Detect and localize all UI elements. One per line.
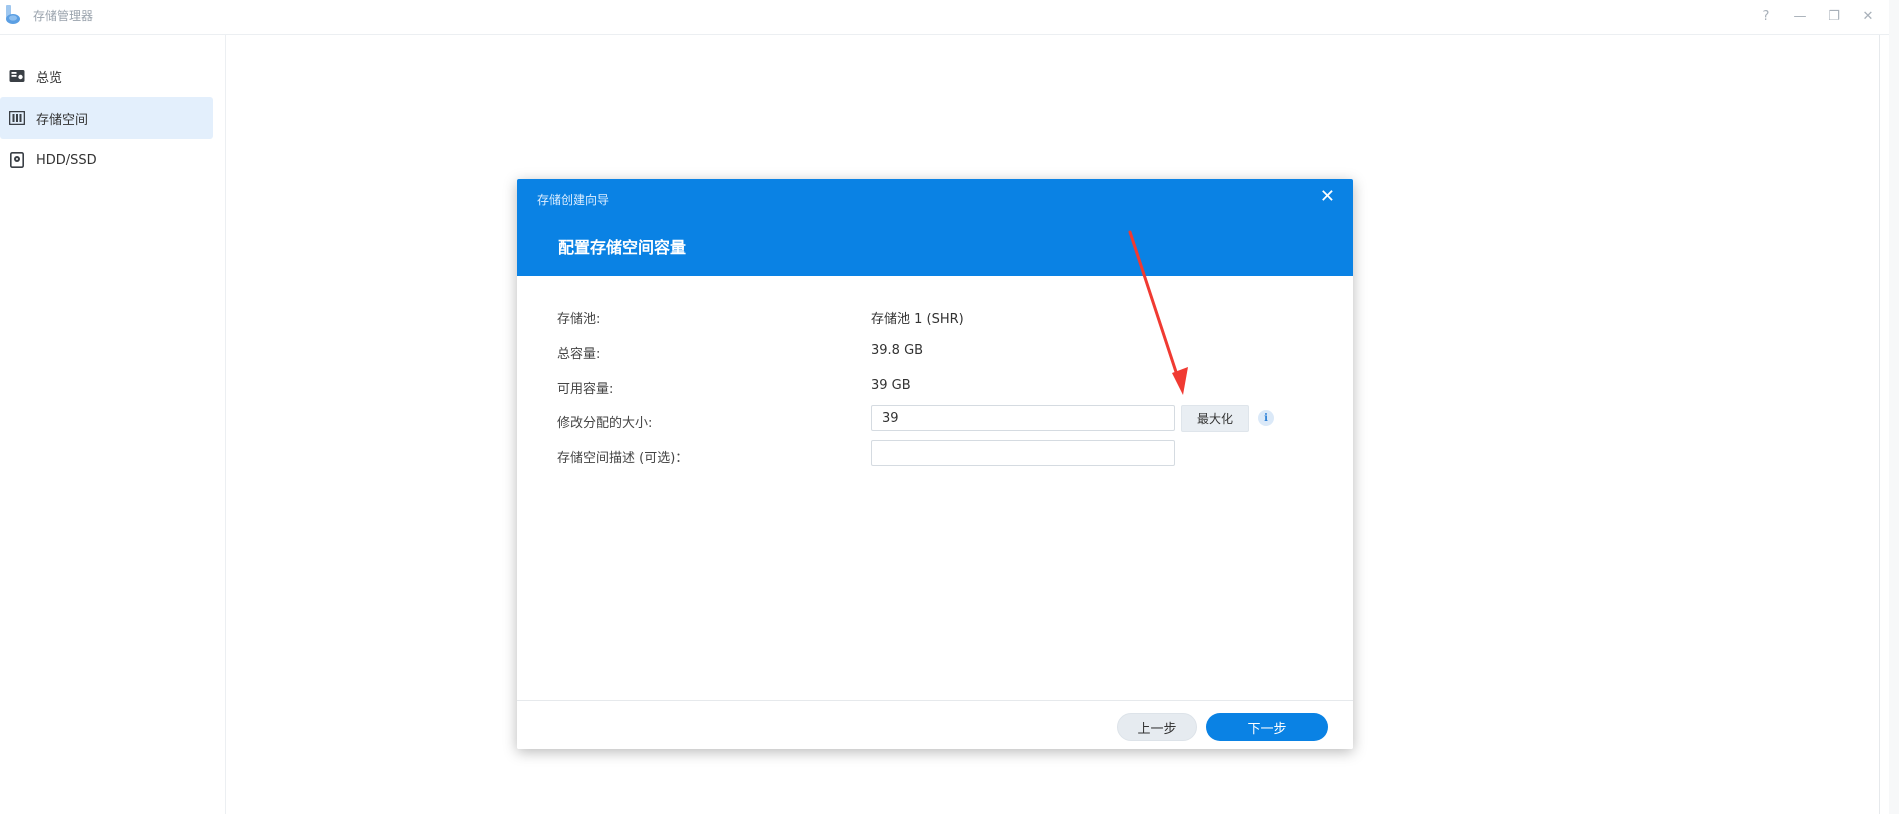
dialog-header: 存储创建向导 ✕ 配置存储空间容量 <box>517 179 1353 276</box>
window-scrollbar-track[interactable] <box>1889 0 1899 814</box>
dialog-footer: 上一步 下一步 <box>517 700 1353 749</box>
sidebar-item-label: 总览 <box>36 70 63 86</box>
content-right-border <box>1879 35 1880 814</box>
total-capacity-row: 总容量: 39.8 GB <box>557 336 1337 366</box>
sidebar: 总览 存储空间 HDD/SSD <box>0 35 226 814</box>
sidebar-item-overview[interactable]: 总览 <box>0 55 213 97</box>
allocated-size-label: 修改分配的大小: <box>557 416 653 431</box>
maximize-button[interactable]: 最大化 <box>1181 405 1249 432</box>
storage-creation-wizard-dialog: 存储创建向导 ✕ 配置存储空间容量 存储池: 存储池 1 (SHR) 总容量: … <box>517 179 1353 749</box>
window-controls: ? — ❐ ✕ <box>1756 6 1878 26</box>
overview-icon <box>8 67 26 85</box>
window-title: 存储管理器 <box>33 9 94 23</box>
dialog-close-icon[interactable]: ✕ <box>1320 188 1335 206</box>
sidebar-item-label: 存储空间 <box>36 112 89 128</box>
help-icon[interactable]: ? <box>1756 6 1776 26</box>
description-label: 存储空间描述 (可选)： <box>557 451 689 466</box>
total-capacity-value: 39.8 GB <box>871 343 924 358</box>
available-capacity-value: 39 GB <box>871 378 911 393</box>
sidebar-item-storage[interactable]: 存储空间 <box>0 97 213 139</box>
pool-row: 存储池: 存储池 1 (SHR) <box>557 301 1337 331</box>
close-icon[interactable]: ✕ <box>1858 6 1878 26</box>
storage-volume-icon <box>8 109 26 127</box>
available-capacity-label: 可用容量: <box>557 382 614 397</box>
storage-manager-app-icon <box>2 3 22 25</box>
allocated-size-input[interactable] <box>871 405 1175 431</box>
available-capacity-row: 可用容量: 39 GB <box>557 371 1337 401</box>
description-row: 存储空间描述 (可选)： <box>557 440 1337 470</box>
info-icon[interactable]: i <box>1258 410 1274 426</box>
disk-icon <box>8 151 26 169</box>
title-bar: 存储管理器 ? — ❐ ✕ <box>0 0 1890 35</box>
description-input[interactable] <box>871 440 1175 466</box>
sidebar-item-hdd-ssd[interactable]: HDD/SSD <box>0 139 213 181</box>
wizard-title: 存储创建向导 <box>537 193 610 207</box>
minimize-icon[interactable]: — <box>1790 6 1810 26</box>
allocated-size-row: 修改分配的大小: 最大化 i <box>557 405 1337 435</box>
previous-step-button[interactable]: 上一步 <box>1117 713 1197 741</box>
next-step-button[interactable]: 下一步 <box>1206 713 1328 741</box>
restore-icon[interactable]: ❐ <box>1824 6 1844 26</box>
pool-label: 存储池: <box>557 312 601 327</box>
pool-value: 存储池 1 (SHR) <box>871 312 964 327</box>
total-capacity-label: 总容量: <box>557 347 601 362</box>
step-title: 配置存储空间容量 <box>558 238 687 257</box>
sidebar-item-label: HDD/SSD <box>36 152 97 168</box>
